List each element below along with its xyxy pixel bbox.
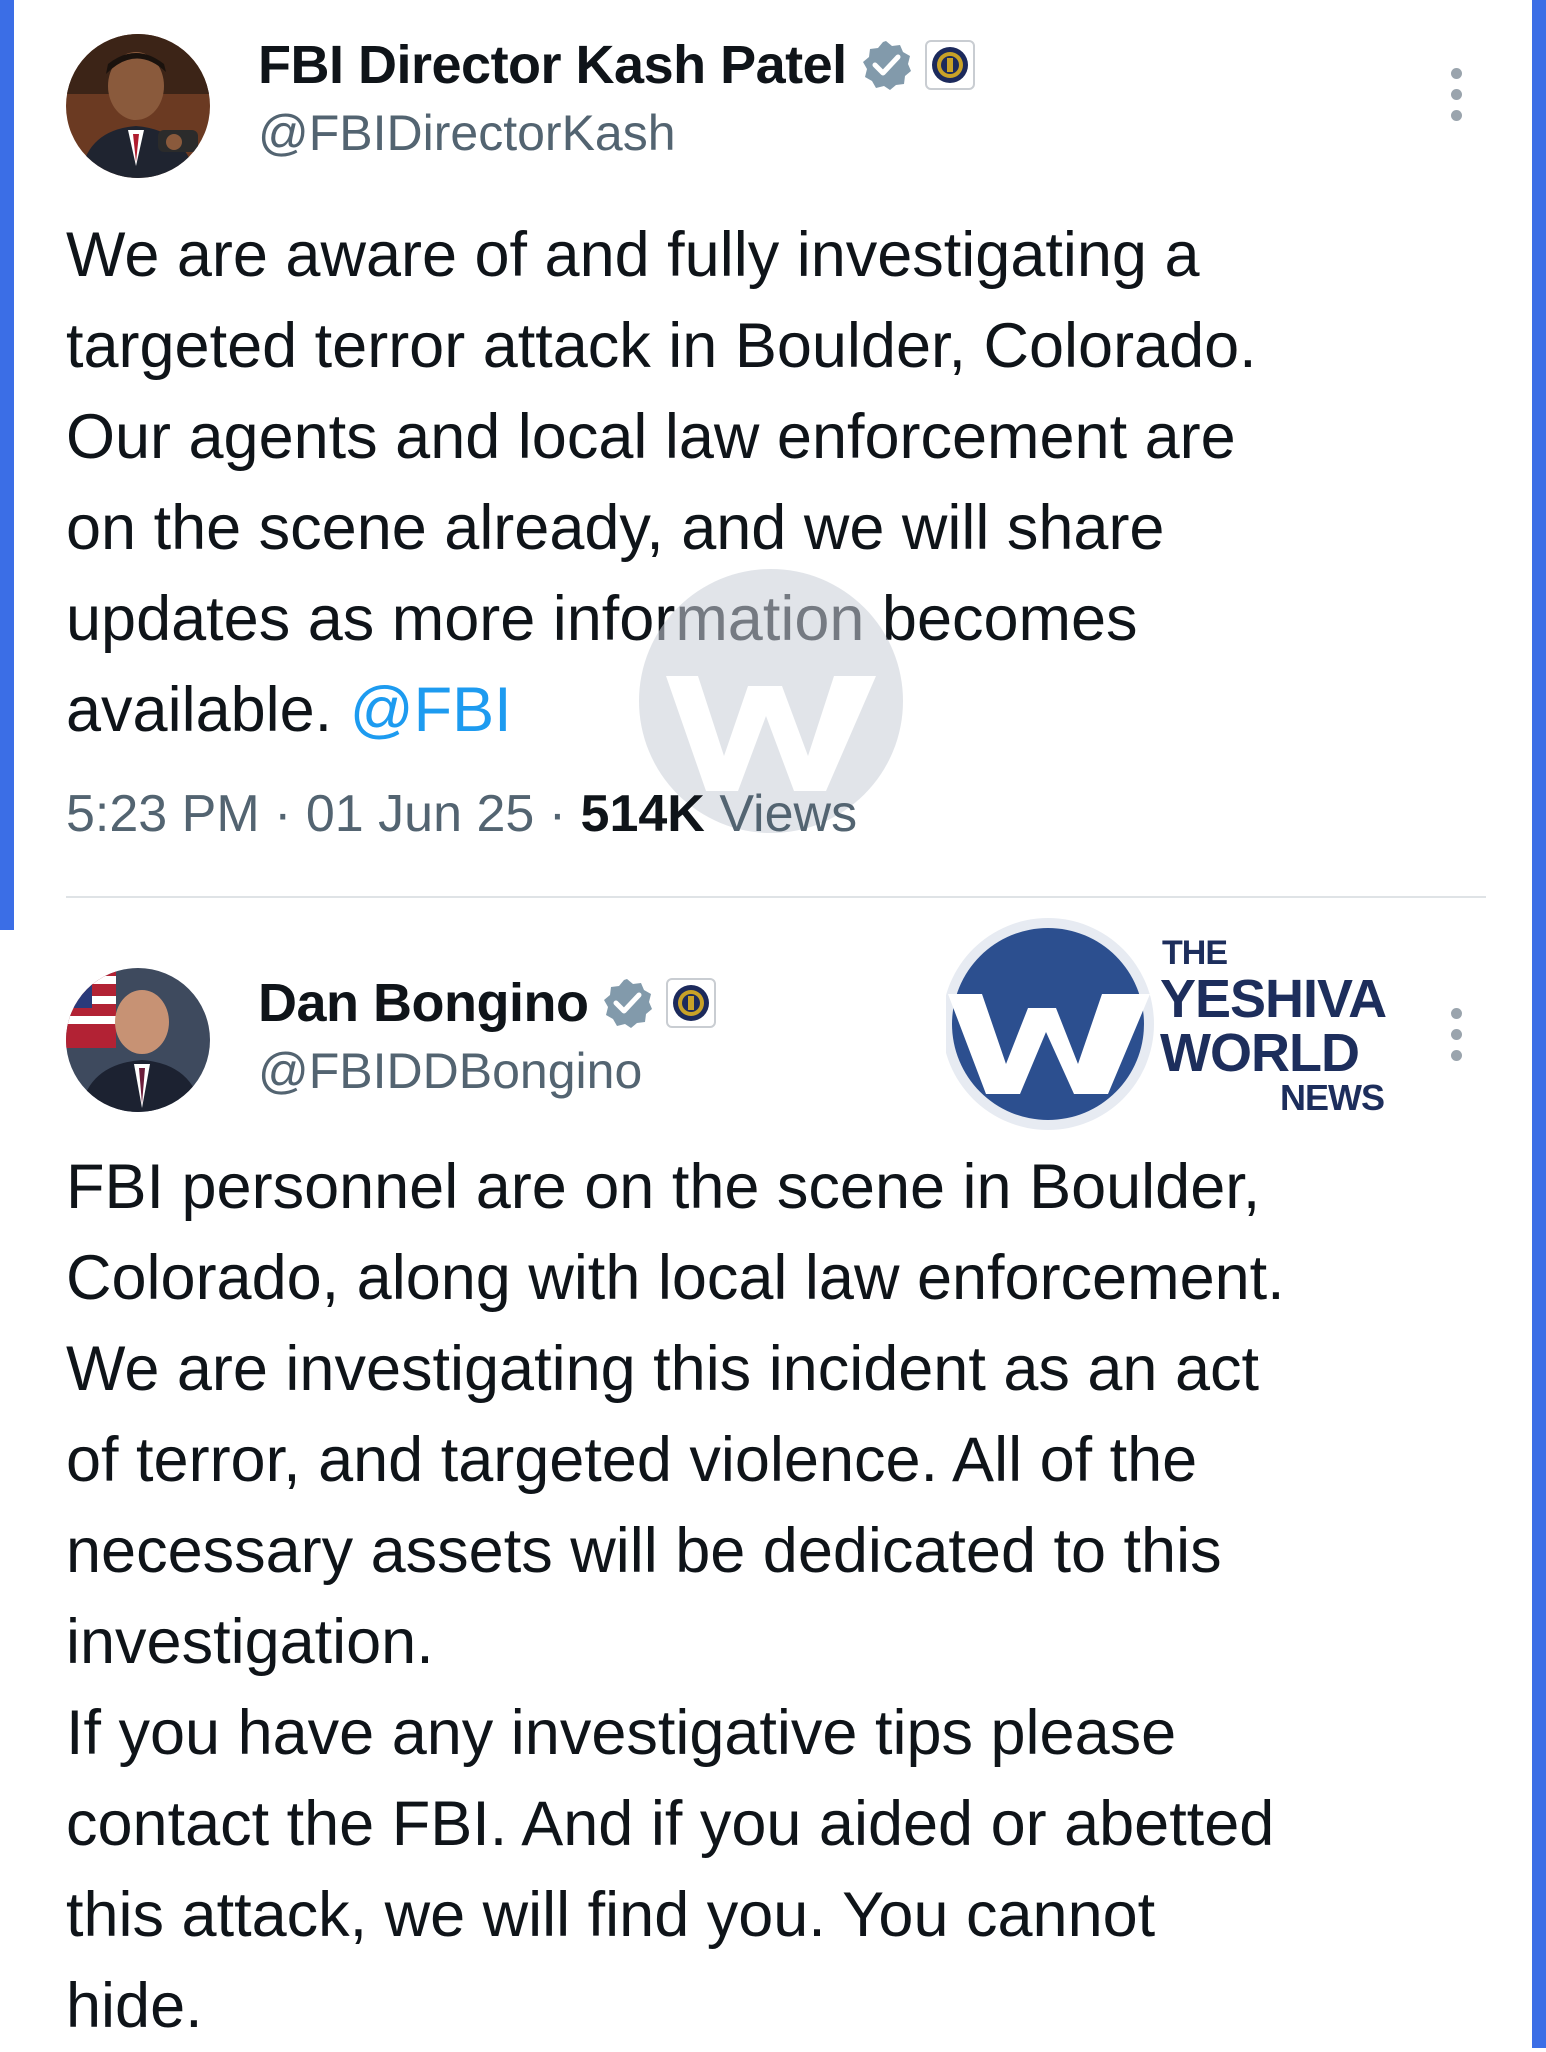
more-options-icon[interactable] — [1440, 68, 1472, 121]
logo-text-world: WORLD — [1160, 1023, 1360, 1083]
mention-link[interactable]: @FBI — [350, 675, 512, 745]
author-handle[interactable]: @FBIDirectorKash — [258, 104, 676, 162]
verified-badge-icon — [859, 38, 913, 92]
tweet-text: FBI personnel are on the scene in Boulde… — [66, 1152, 1285, 2041]
avatar[interactable] — [66, 34, 210, 178]
yeshiva-world-news-logo: THE YESHIVA WORLD NEWS — [946, 914, 1406, 1134]
more-options-icon[interactable] — [1440, 1008, 1472, 1061]
author-name[interactable]: Dan Bongino — [258, 972, 589, 1034]
logo-text-the: THE — [1162, 934, 1228, 972]
screenshot-border-right — [1532, 0, 1546, 2048]
author-handle[interactable]: @FBIDDBongino — [258, 1042, 642, 1100]
tweet-time[interactable]: 5:23 PM — [66, 785, 260, 843]
fbi-seal-icon — [924, 40, 975, 90]
tweet-divider — [66, 896, 1486, 898]
tweet-meta: 5:23 PM · 01 Jun 25 · 514K Views — [66, 784, 857, 844]
avatar[interactable] — [66, 968, 210, 1112]
fbi-seal-icon — [666, 978, 717, 1028]
author-name-row: Dan Bongino — [258, 972, 717, 1034]
logo-text-news: NEWS — [1280, 1077, 1385, 1118]
views-count: 514K — [580, 785, 705, 843]
verified-badge-icon — [600, 976, 654, 1030]
meta-separator: · — [548, 785, 567, 843]
tweet-date[interactable]: 01 Jun 25 — [306, 785, 534, 843]
author-name-row: FBI Director Kash Patel — [258, 34, 975, 96]
meta-separator: · — [274, 785, 292, 843]
tweet[interactable]: FBI Director Kash Patel @FBIDirectorKash… — [0, 0, 1532, 900]
views-label: Views — [719, 785, 858, 843]
author-name[interactable]: FBI Director Kash Patel — [258, 34, 847, 96]
logo-text-yeshiva: YESHIVA — [1160, 969, 1387, 1029]
